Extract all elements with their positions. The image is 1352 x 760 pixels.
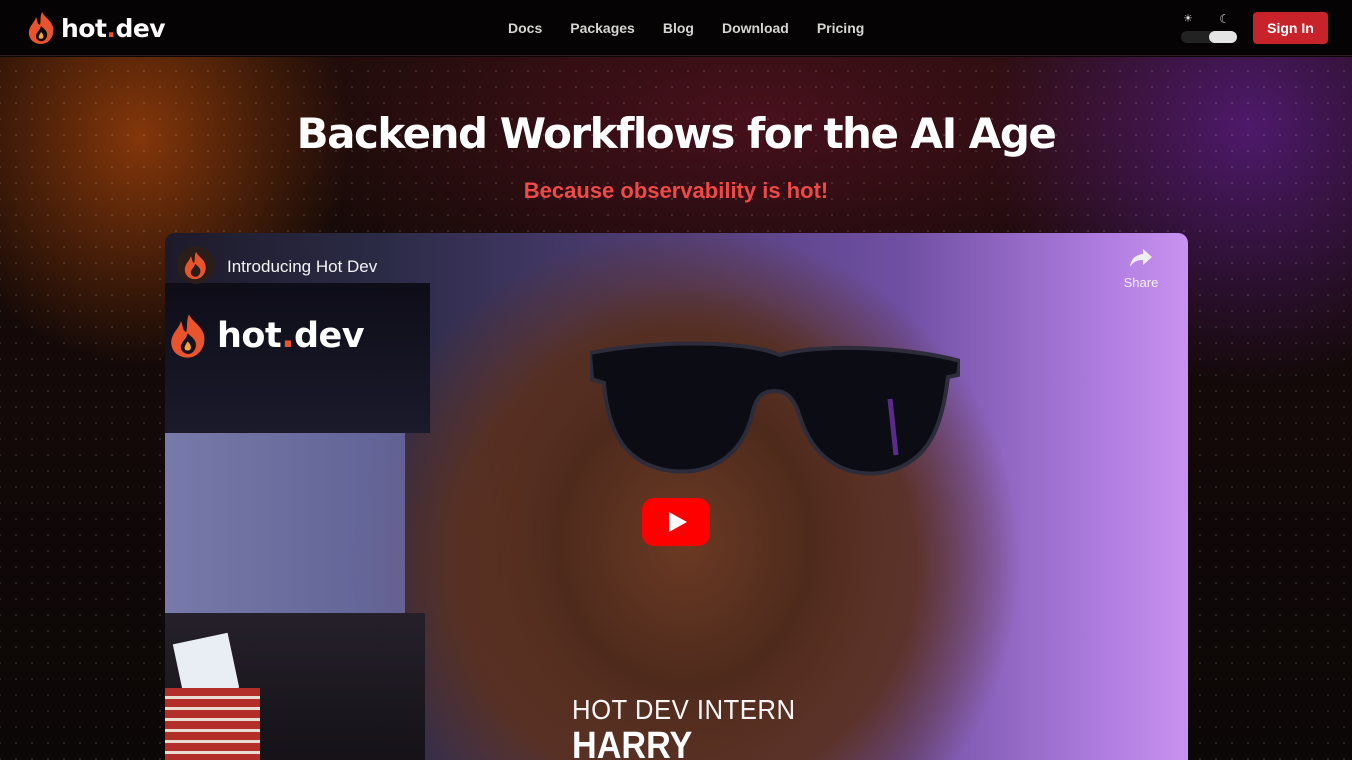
sunglasses-image [590,341,960,476]
nav-link-download[interactable]: Download [722,20,789,36]
share-arrow-icon [1130,249,1152,267]
video-logo-name-tld: dev [294,316,365,356]
toggle-knob [1209,31,1237,43]
nav-link-blog[interactable]: Blog [663,20,694,36]
video-caption-name: HARRY [572,725,693,760]
video-overlay-logo: hot.dev [167,313,365,359]
brand-name-tld: dev [115,13,166,43]
hero-subtitle: Because observability is hot! [523,178,829,203]
sun-icon: ☀ [1183,12,1193,25]
hero-title: Backend Workflows for the AI Age [296,109,1057,158]
brand-name-main: hot [61,13,107,43]
top-navigation-bar: hot.dev Docs Packages Blog Download Pric… [0,0,1352,56]
brand-wordmark: hot.dev [61,13,166,43]
hero-section: Backend Workflows for the AI Age Because… [0,57,1352,760]
nav-link-pricing[interactable]: Pricing [817,20,864,36]
video-logo-name-main: hot [217,316,282,356]
video-title-link[interactable]: Introducing Hot Dev [227,257,377,277]
share-label: Share [1123,275,1159,290]
play-icon [669,512,687,532]
brand-logo-link[interactable]: hot.dev [27,11,166,45]
flame-logo-icon [171,314,205,358]
video-logo-name-dot: . [281,316,294,356]
nav-link-docs[interactable]: Docs [508,20,542,36]
video-scene-books [165,688,260,760]
flame-logo-icon [184,251,206,279]
nav-link-packages[interactable]: Packages [570,20,635,36]
moon-icon: ☾ [1219,12,1230,26]
channel-avatar[interactable] [177,246,215,284]
main-nav: Docs Packages Blog Download Pricing [508,0,892,56]
play-button[interactable] [642,498,710,546]
video-caption-role: HOT DEV INTERN [572,694,796,725]
sign-in-button[interactable]: Sign In [1253,12,1328,44]
flame-logo-icon [28,12,54,44]
video-overlay-wordmark: hot.dev [217,316,365,356]
video-scene-wall [165,433,405,613]
video-player[interactable]: hot.dev Introducing Hot Dev Share HOT DE… [165,233,1188,760]
share-button[interactable]: Share [1115,247,1167,290]
theme-toggle[interactable]: ☀ ☾ [1180,12,1238,44]
